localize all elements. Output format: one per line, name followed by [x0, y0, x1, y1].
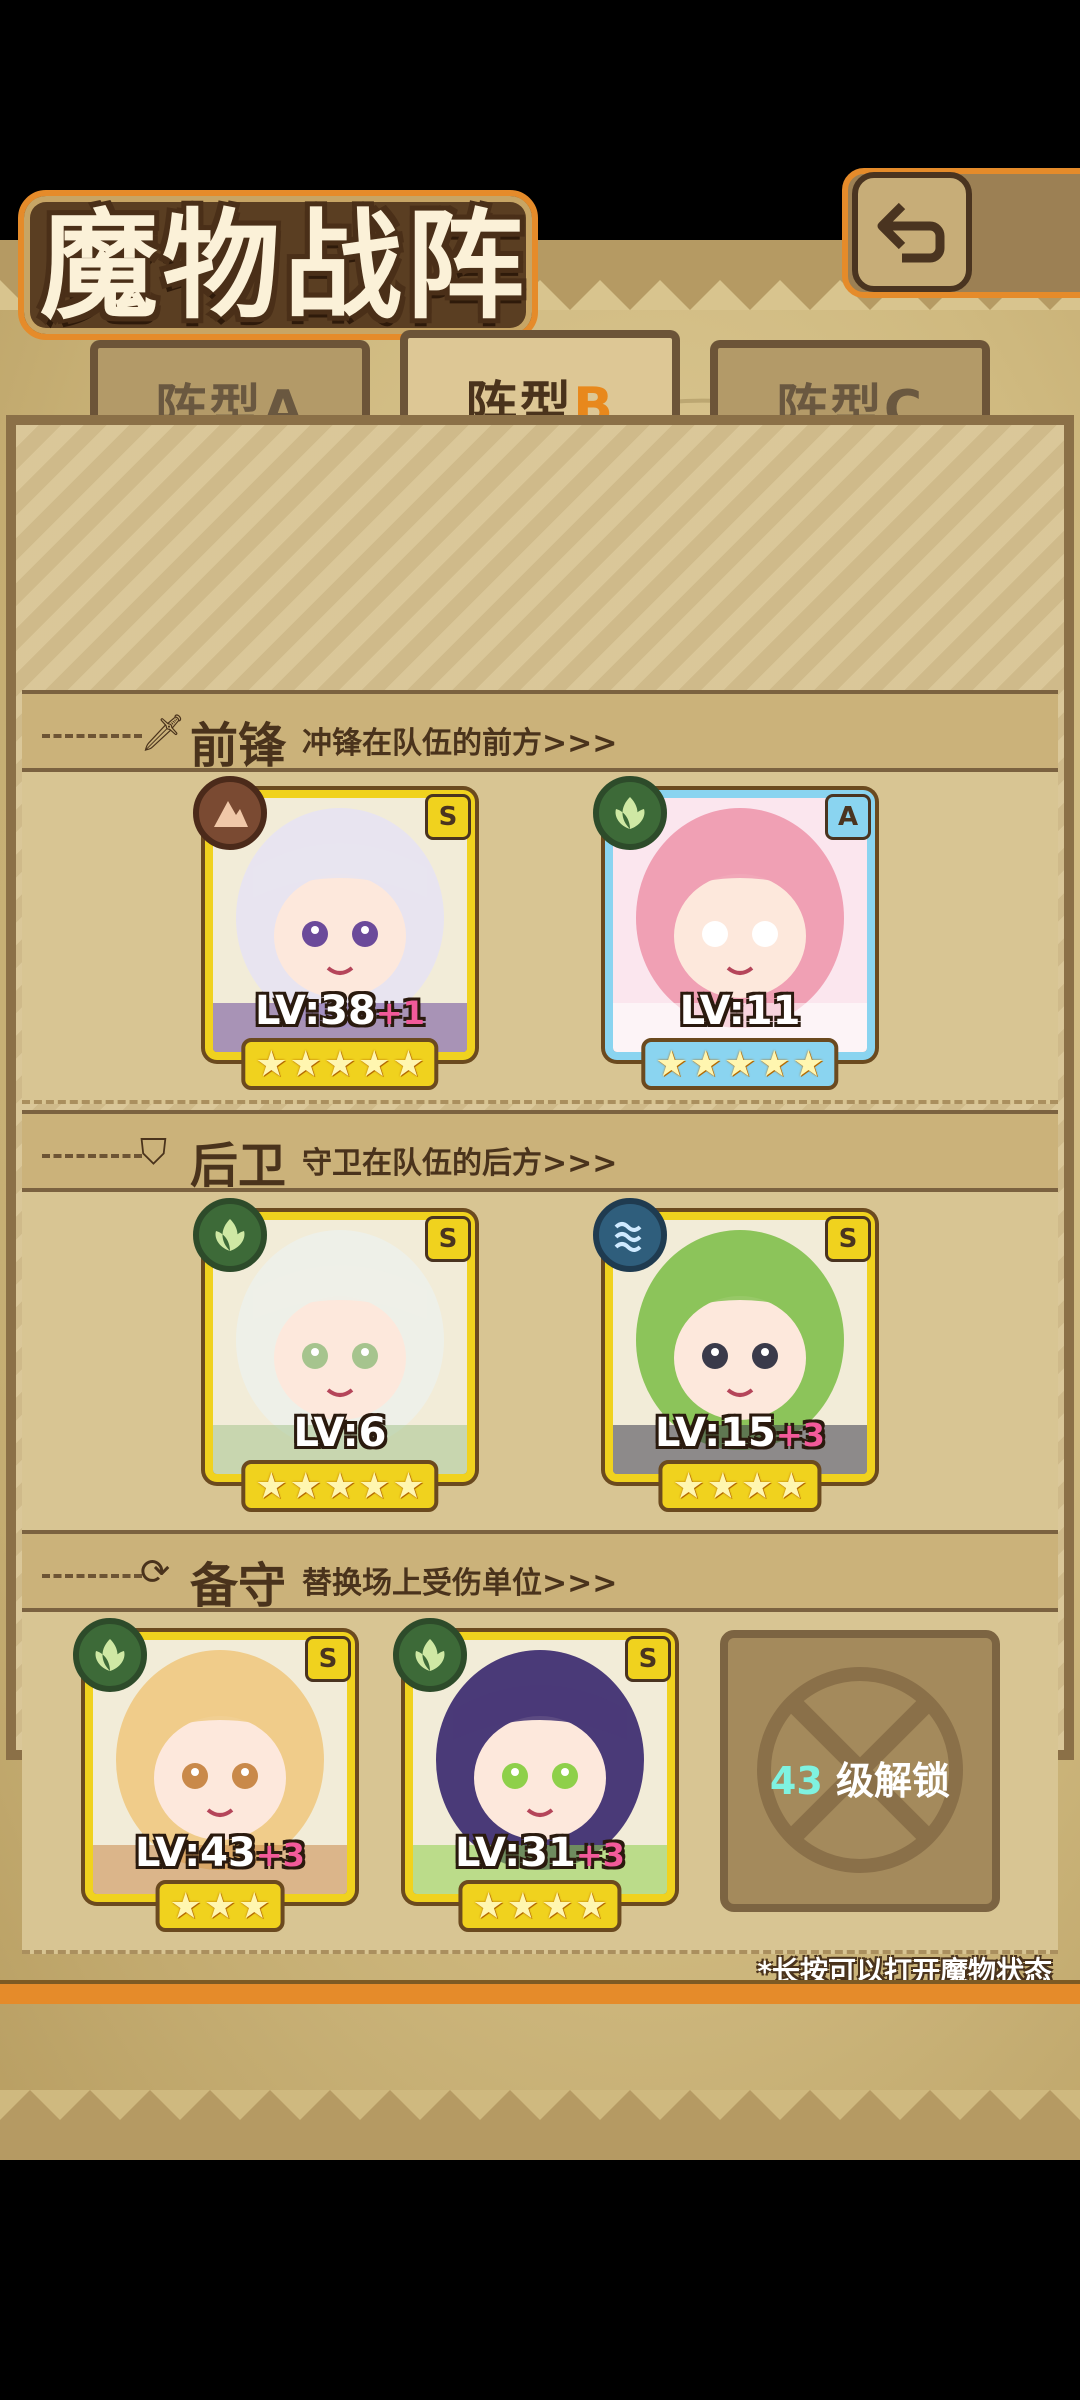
star-icon: ★: [706, 1465, 739, 1507]
star-icon: ★: [323, 1465, 357, 1507]
star-icon: ★: [392, 1043, 425, 1085]
star-icon: ★: [689, 1043, 722, 1085]
monster-card-reserve-2[interactable]: S LV:31+3 ★ ★ ★ ★: [393, 1618, 675, 1932]
level-label: LV:11: [679, 988, 801, 1034]
star-rating: ★ ★ ★ ★ ★: [641, 1038, 839, 1090]
star-icon: ★: [506, 1885, 539, 1927]
swap-icon: ⟳: [140, 1552, 171, 1593]
star-rating: ★ ★ ★ ★ ★: [241, 1038, 439, 1090]
level-label: LV:31+3: [455, 1830, 625, 1876]
star-rating: ★ ★ ★ ★: [458, 1880, 622, 1932]
star-icon: ★: [655, 1043, 688, 1085]
rank-badge: S: [825, 1216, 871, 1262]
rank-badge: S: [425, 794, 471, 840]
star-icon: ★: [758, 1043, 791, 1085]
star-icon: ★: [472, 1885, 505, 1927]
star-icon: ★: [392, 1465, 425, 1507]
star-icon: ★: [255, 1465, 288, 1507]
star-rating: ★ ★ ★ ★: [658, 1460, 822, 1512]
leaf-element-icon: [193, 1198, 267, 1272]
star-icon: ★: [203, 1885, 237, 1927]
section-back-header: ⛉ 后卫 守卫在队伍的后方>>>: [22, 1110, 1058, 1194]
page-title: 魔物战阵: [40, 197, 529, 335]
rank-badge: S: [305, 1636, 351, 1682]
star-rating: ★ ★ ★: [155, 1880, 285, 1932]
front-row: [22, 770, 1058, 1104]
star-icon: ★: [775, 1465, 808, 1507]
torn-edge-bottom: [0, 2090, 1080, 2160]
rank-badge: A: [825, 794, 871, 840]
leaf-element-icon: [393, 1618, 467, 1692]
star-icon: ★: [255, 1043, 288, 1085]
rock-element-icon: [193, 776, 267, 850]
monster-card-back-1[interactable]: S LV:6 ★ ★ ★ ★ ★: [193, 1198, 475, 1512]
shield-icon: ⛉: [140, 1132, 168, 1173]
level-label: LV:6: [293, 1410, 387, 1456]
back-row: [22, 1190, 1058, 1534]
rank-badge: S: [625, 1636, 671, 1682]
monster-card-back-2[interactable]: S LV:15+3 ★ ★ ★ ★: [593, 1198, 875, 1512]
star-icon: ★: [358, 1043, 391, 1085]
level-label: LV:38+1: [255, 988, 425, 1034]
star-icon: ★: [723, 1043, 757, 1085]
back-button[interactable]: [852, 172, 972, 292]
star-icon: ★: [792, 1043, 825, 1085]
return-arrow-icon: [877, 202, 945, 263]
star-icon: ★: [541, 1885, 574, 1927]
locked-slot[interactable]: 43 级解锁: [720, 1630, 1000, 1912]
star-icon: ★: [169, 1885, 202, 1927]
leaf-element-icon: [593, 776, 667, 850]
star-icon: ★: [575, 1885, 608, 1927]
water-element-icon: [593, 1198, 667, 1272]
monster-card-front-2[interactable]: A LV:11 ★ ★ ★ ★ ★: [593, 776, 875, 1090]
section-front-header: 🗡 前锋 冲锋在队伍的前方>>>: [22, 690, 1058, 774]
star-rating: ★ ★ ★ ★ ★: [241, 1460, 439, 1512]
rank-badge: S: [425, 1216, 471, 1262]
star-icon: ★: [741, 1465, 774, 1507]
section-reserve-header: ⟳ 备守 替换场上受伤单位>>>: [22, 1530, 1058, 1614]
leaf-element-icon: [73, 1618, 147, 1692]
unlock-level-text: 43 级解锁: [769, 1759, 951, 1803]
level-label: LV:15+3: [655, 1410, 825, 1456]
bottom-accent-band: [0, 1980, 1080, 2004]
star-icon: ★: [238, 1885, 271, 1927]
star-icon: ★: [289, 1043, 322, 1085]
monster-card-front-1[interactable]: S LV:38+1 ★ ★ ★ ★ ★: [193, 776, 475, 1090]
monster-card-reserve-1[interactable]: S LV:43+3 ★ ★ ★: [73, 1618, 355, 1932]
star-icon: ★: [289, 1465, 322, 1507]
star-icon: ★: [672, 1465, 705, 1507]
star-icon: ★: [358, 1465, 391, 1507]
level-label: LV:43+3: [135, 1830, 305, 1876]
sword-icon: 🗡: [140, 713, 186, 754]
star-icon: ★: [323, 1043, 357, 1085]
